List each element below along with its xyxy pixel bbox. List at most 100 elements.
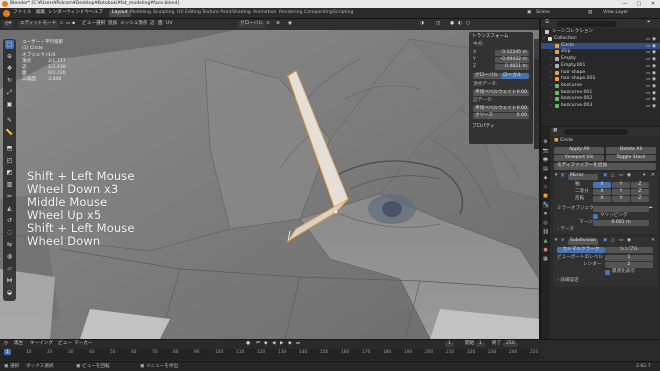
render-visibility-icon[interactable]: ▭ [646,44,650,49]
menu-help[interactable]: ヘルプ [89,10,103,16]
menu-render[interactable]: レンダー [48,10,66,16]
menu-marker[interactable]: マーカー [74,341,92,347]
axis-x-toggle[interactable]: X [593,182,611,188]
modifier-menu-icon[interactable]: ▾ [643,173,645,179]
data-tab-icon[interactable]: ▲ [543,238,549,244]
menu-mesh[interactable]: メッシュ [120,21,138,27]
outliner-item[interactable]: › bezcurve.003 ▭ ◉ [541,103,660,110]
tool-tab-icon[interactable]: ⚙ [543,139,549,145]
axis-y-toggle[interactable]: Y [612,182,630,188]
render-toggle-icon[interactable]: ◉ [627,173,631,179]
levels-viewport-field[interactable]: 1 [605,255,653,261]
render-visibility-icon[interactable]: ▭ [646,104,650,109]
properties-search-input[interactable] [564,128,628,135]
outliner-item[interactable]: › Collection ▭ ◉ [541,36,660,43]
median-z-field[interactable]: 0.4821 m [495,64,529,70]
optimal-display-checkbox[interactable] [605,270,610,275]
render-visibility-icon[interactable]: ▭ [646,97,650,102]
next-key-icon[interactable]: ◆ [288,341,292,347]
eye-icon[interactable]: ◉ [652,37,656,42]
inset-tool-icon[interactable]: ◰ [5,156,14,165]
outliner-item[interactable]: › bezcurve.002 ▭ ◉ [541,96,660,103]
bisect-x-toggle[interactable]: X [593,189,611,195]
object-tab-icon[interactable]: ■ [543,193,549,199]
apply-all-button[interactable]: Apply All [554,147,604,154]
subdivision-name-field[interactable]: Subdivision [568,238,598,245]
transform-tool-icon[interactable]: ▣ [5,100,14,109]
menu-select[interactable]: 選択 [96,21,105,27]
timeline-ruler[interactable]: 0102030405060708090100110120130140150160… [0,349,540,360]
eye-icon[interactable]: ◉ [652,91,656,96]
tab-item[interactable] [534,39,539,61]
snap-icon[interactable]: ⊕ [276,21,280,27]
blender-menu-icon[interactable] [3,10,10,17]
move-tool-icon[interactable]: ✥ [5,64,14,73]
to-sphere-tool-icon[interactable]: ◒ [5,288,14,297]
render-levels-field[interactable]: 2 [605,262,653,268]
spin-tool-icon[interactable]: ↺ [5,216,14,225]
clipping-checkbox[interactable] [593,214,598,219]
add-modifier-dropdown[interactable]: モディファイアーを追加 [554,163,656,170]
tab-animation[interactable]: Animation [250,10,279,17]
menu-vertex[interactable]: 頂点 [138,21,147,27]
scale-tool-icon[interactable]: ⤢ [5,88,14,97]
xray-icon[interactable]: ◫ [436,21,440,27]
outliner-item[interactable]: › bezcurve ▭ ◉ [541,83,660,90]
tab-view[interactable] [534,85,539,107]
annotate-tool-icon[interactable]: ✎ [5,116,14,125]
rotate-tool-icon[interactable]: ↻ [5,76,14,85]
tab-scripting[interactable]: Scripting [330,10,356,17]
overlays-icon[interactable]: ◑ [420,21,424,27]
editor-type-button[interactable]: ◎▾ [3,21,14,28]
render-visibility-icon[interactable]: ▭ [646,37,650,42]
transform-orientation-selector[interactable]: グローバル [238,21,265,28]
physics-tab-icon[interactable]: ◎ [543,220,549,226]
outliner-item[interactable]: › ship ▭ ◉ [541,49,660,56]
collapse-icon[interactable]: ▾ [555,173,557,179]
render-tab-icon[interactable]: 📷 [543,148,549,154]
output-tab-icon[interactable]: 🖶 [543,157,549,163]
local-toggle[interactable]: ローカル [501,73,529,79]
editmode-toggle-icon[interactable]: ▣ [603,173,607,179]
view-layer-icon[interactable]: ▤ [588,10,592,16]
menu-edit[interactable]: 編集 [36,10,45,16]
render-visibility-icon[interactable]: ▭ [646,57,650,62]
cage-toggle-icon[interactable]: △ [611,173,615,179]
menu-edge[interactable]: 辺 [150,21,155,27]
expand-arrow-icon[interactable]: › [550,77,552,82]
view-layer-selector[interactable]: View Layer [603,10,628,16]
bevel-tool-icon[interactable]: ◩ [5,168,14,177]
remove-modifier-icon[interactable]: ✕ [651,238,655,244]
play-reverse-icon[interactable]: ◀ [272,341,276,347]
menu-view[interactable]: ビュー [58,341,72,347]
axis-z-toggle[interactable]: Z [631,182,649,188]
maximize-button[interactable]: □ [632,0,646,8]
bisect-z-toggle[interactable]: Z [631,189,649,195]
expand-arrow-icon[interactable]: › [543,36,545,42]
expand-arrow-icon[interactable]: › [550,83,552,89]
render-visibility-icon[interactable]: ▭ [646,77,650,82]
viewport-vis-button[interactable]: Viewport Vis [554,154,604,161]
scene-selector[interactable]: Scene [536,10,550,16]
menu-face[interactable]: 面 [158,21,163,27]
extrude-tool-icon[interactable]: ⬒ [5,144,14,153]
eye-icon[interactable]: ◉ [652,77,656,82]
eye-icon[interactable]: ◉ [652,64,656,69]
mode-selector[interactable]: エディットモード [18,21,59,28]
minimize-button[interactable]: — [618,0,632,8]
flip-x-toggle[interactable]: X [593,196,611,202]
view-layer-tab-icon[interactable]: ▤ [543,166,549,172]
render-visibility-icon[interactable]: ▭ [646,64,650,69]
global-toggle[interactable]: グローバル [473,73,501,79]
menu-add[interactable]: 追加 [108,21,117,27]
texture-tab-icon[interactable]: ▦ [543,256,549,262]
collapse-icon[interactable]: ▾ [555,238,557,244]
simple-toggle[interactable]: シンプル [605,247,653,253]
jump-end-icon[interactable]: ⏭ [296,341,300,347]
modifier-tab-icon[interactable]: 🔧 [542,202,549,208]
eye-icon[interactable]: ◉ [652,97,656,102]
eye-icon[interactable]: ◉ [652,44,656,49]
current-frame-field[interactable]: 1 [445,341,454,347]
outliner-search-input[interactable] [557,20,617,27]
expand-arrow-icon[interactable]: › [550,56,552,62]
